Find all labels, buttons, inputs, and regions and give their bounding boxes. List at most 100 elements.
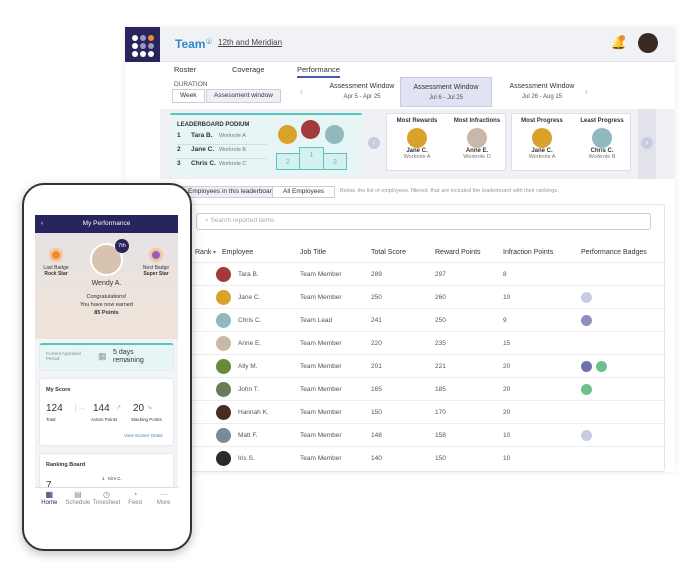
col-rank[interactable]: Rank xyxy=(195,249,211,256)
infraction-points: 20 xyxy=(503,363,511,370)
total-score: 289 xyxy=(371,271,382,278)
appraisal-card: Current Appraisal Period: ▦ 5 days remain… xyxy=(39,343,174,371)
highlight-card: Most Rewards Jane C. Workrole A Most Infra… xyxy=(386,113,506,171)
reward-points: 185 xyxy=(435,386,446,393)
infraction-points: 20 xyxy=(503,386,511,393)
badge-icon[interactable] xyxy=(596,361,607,372)
score-action-label: Action Points xyxy=(91,417,118,422)
chevron-right-icon[interactable]: › xyxy=(585,87,588,96)
profile-hero: 7th Last Badge Rock Star Next Badge Super … xyxy=(35,233,178,339)
infraction-points: 15 xyxy=(503,340,511,347)
table-row[interactable]: Matt F. Team Member 148 158 10 xyxy=(186,423,666,446)
table-row[interactable]: Tara B. Team Member 289 297 8 xyxy=(186,262,666,285)
tab-roster[interactable]: Roster xyxy=(174,65,196,74)
table-row[interactable]: Jane C. Team Member 250 260 10 xyxy=(186,285,666,308)
arrow-icon: │→ xyxy=(74,405,86,412)
bottom-nav: ▦ Home ▤ Schedule ◷ Timesheet ◔ Feed ··· More xyxy=(35,487,178,512)
podium-row: 3 Chris C. Workrole C xyxy=(177,160,247,167)
col-infraction-points[interactable]: Infraction Points xyxy=(503,249,553,256)
podium-row: 1 Tara B. Workrole A xyxy=(177,132,267,145)
view-scores-link[interactable]: View Scores' Detail xyxy=(124,433,163,438)
col-job-title[interactable]: Job Title xyxy=(300,249,326,256)
employee-table: ⌕ Search reported items Rank ▾ Employee … xyxy=(185,204,666,472)
table-row[interactable]: Anne E. Team Member 220 235 15 xyxy=(186,331,666,354)
tab-coverage[interactable]: Coverage xyxy=(232,65,265,74)
badge-icon[interactable] xyxy=(581,361,592,372)
nav-schedule[interactable]: ▤ Schedule xyxy=(64,490,93,506)
clock-icon: ◷ xyxy=(102,490,110,499)
score-slacking-label: Slacking Points xyxy=(131,417,162,422)
highlight-most-rewards: Most Rewards Jane C. Workrole A xyxy=(396,118,438,160)
avatar xyxy=(216,336,231,351)
search-input[interactable]: ⌕ Search reported items xyxy=(196,213,651,230)
user-avatar[interactable] xyxy=(638,33,658,53)
table-row[interactable]: Hannah K. Team Member 150 170 20 xyxy=(186,400,666,423)
employee-name: Tara B. xyxy=(238,271,259,278)
job-title: Team Member xyxy=(300,409,342,416)
window-title: Assessment Window xyxy=(509,83,575,90)
infraction-points: 10 xyxy=(503,294,511,301)
more-icon: ··· xyxy=(159,490,168,499)
ranking-title: Ranking Board xyxy=(46,462,86,468)
app-logo[interactable] xyxy=(125,27,160,62)
table-row[interactable]: John T. Team Member 165 185 20 xyxy=(186,377,666,400)
reward-points: 250 xyxy=(435,317,446,324)
filter-all-employees[interactable]: All Employees xyxy=(272,186,336,198)
search-placeholder: Search reported items xyxy=(210,217,275,224)
employee-name: Iris S. xyxy=(238,455,255,462)
duration-assessment-window[interactable]: Assessment window xyxy=(206,89,281,103)
last-badge-icon xyxy=(49,248,63,262)
score-total-label: Total xyxy=(46,417,56,422)
chevron-left-icon[interactable]: ‹ xyxy=(300,87,303,96)
reward-points: 235 xyxy=(435,340,446,347)
phone-title: My Performance xyxy=(82,220,131,227)
job-title: Team Lead xyxy=(300,317,333,324)
avatar xyxy=(216,267,231,282)
nav-more[interactable]: ··· More xyxy=(149,490,178,506)
table-row[interactable]: Ally M. Team Member 201 221 20 xyxy=(186,354,666,377)
sort-down-icon[interactable]: ▾ xyxy=(213,249,216,256)
table-row[interactable]: Iris S. Team Member 140 150 10 xyxy=(186,446,666,469)
trend-up-icon: ↗ xyxy=(116,405,122,411)
col-performance-badges[interactable]: Performance Badges xyxy=(581,249,647,256)
employee-name: Hannah K. xyxy=(238,409,269,416)
badge-icon[interactable] xyxy=(581,292,592,303)
employee-name: John T. xyxy=(238,386,259,393)
job-title: Team Member xyxy=(300,363,342,370)
reward-points: 297 xyxy=(435,271,446,278)
score-title: My Score xyxy=(46,387,71,393)
filter-leaderboard[interactable]: Employees in this leaderboard xyxy=(177,186,287,198)
badge-icon[interactable] xyxy=(581,384,592,395)
infraction-points: 9 xyxy=(503,317,507,324)
desktop-app: Team ⌾ 12th and Meridian 🔔 Roster Covera… xyxy=(125,27,675,472)
appraisal-days: 5 days remaining xyxy=(113,349,144,364)
avatar xyxy=(216,359,231,374)
table-row[interactable]: Chris C. Team Lead 241 250 9 xyxy=(186,308,666,331)
avatar xyxy=(325,125,344,144)
badge-icon[interactable] xyxy=(581,315,592,326)
window-3[interactable]: Assessment Window Jul 26 - Aug 15 xyxy=(487,82,597,102)
back-icon[interactable]: ‹ xyxy=(41,215,43,233)
employee-name: Chris C. xyxy=(238,317,262,324)
employee-name: Matt F. xyxy=(238,432,258,439)
podium-title: LEADERBOARD PODIUM xyxy=(177,122,250,128)
window-2[interactable]: Assessment Window Jul 6 - Jul 25 xyxy=(400,77,492,107)
nav-feed[interactable]: ◔ Feed xyxy=(121,490,150,506)
score-total: 124 xyxy=(46,403,63,414)
col-reward-points[interactable]: Reward Points xyxy=(435,249,481,256)
location-link[interactable]: 12th and Meridian xyxy=(218,38,282,47)
col-employee[interactable]: Employee xyxy=(222,249,253,256)
tab-performance[interactable]: Performance xyxy=(297,65,340,78)
carousel-prev-button[interactable]: ‹ xyxy=(368,137,380,149)
col-total-score[interactable]: Total Score xyxy=(371,249,406,256)
location-pin-icon: ⌾ xyxy=(206,37,212,48)
carousel-next-button[interactable]: › xyxy=(641,137,653,149)
highlight-least-progress: Least Progress Chris C. Workrole B xyxy=(580,118,624,160)
badge-icon[interactable] xyxy=(581,430,592,441)
nav-timesheet[interactable]: ◷ Timesheet xyxy=(92,490,121,506)
filter-note: Below, the list of employees, filtered, … xyxy=(340,188,559,194)
infraction-points: 20 xyxy=(503,409,511,416)
highlight-most-progress: Most Progress Jane C. Workrole A xyxy=(521,118,563,160)
duration-week[interactable]: Week xyxy=(172,89,205,103)
nav-home[interactable]: ▦ Home xyxy=(35,490,64,506)
